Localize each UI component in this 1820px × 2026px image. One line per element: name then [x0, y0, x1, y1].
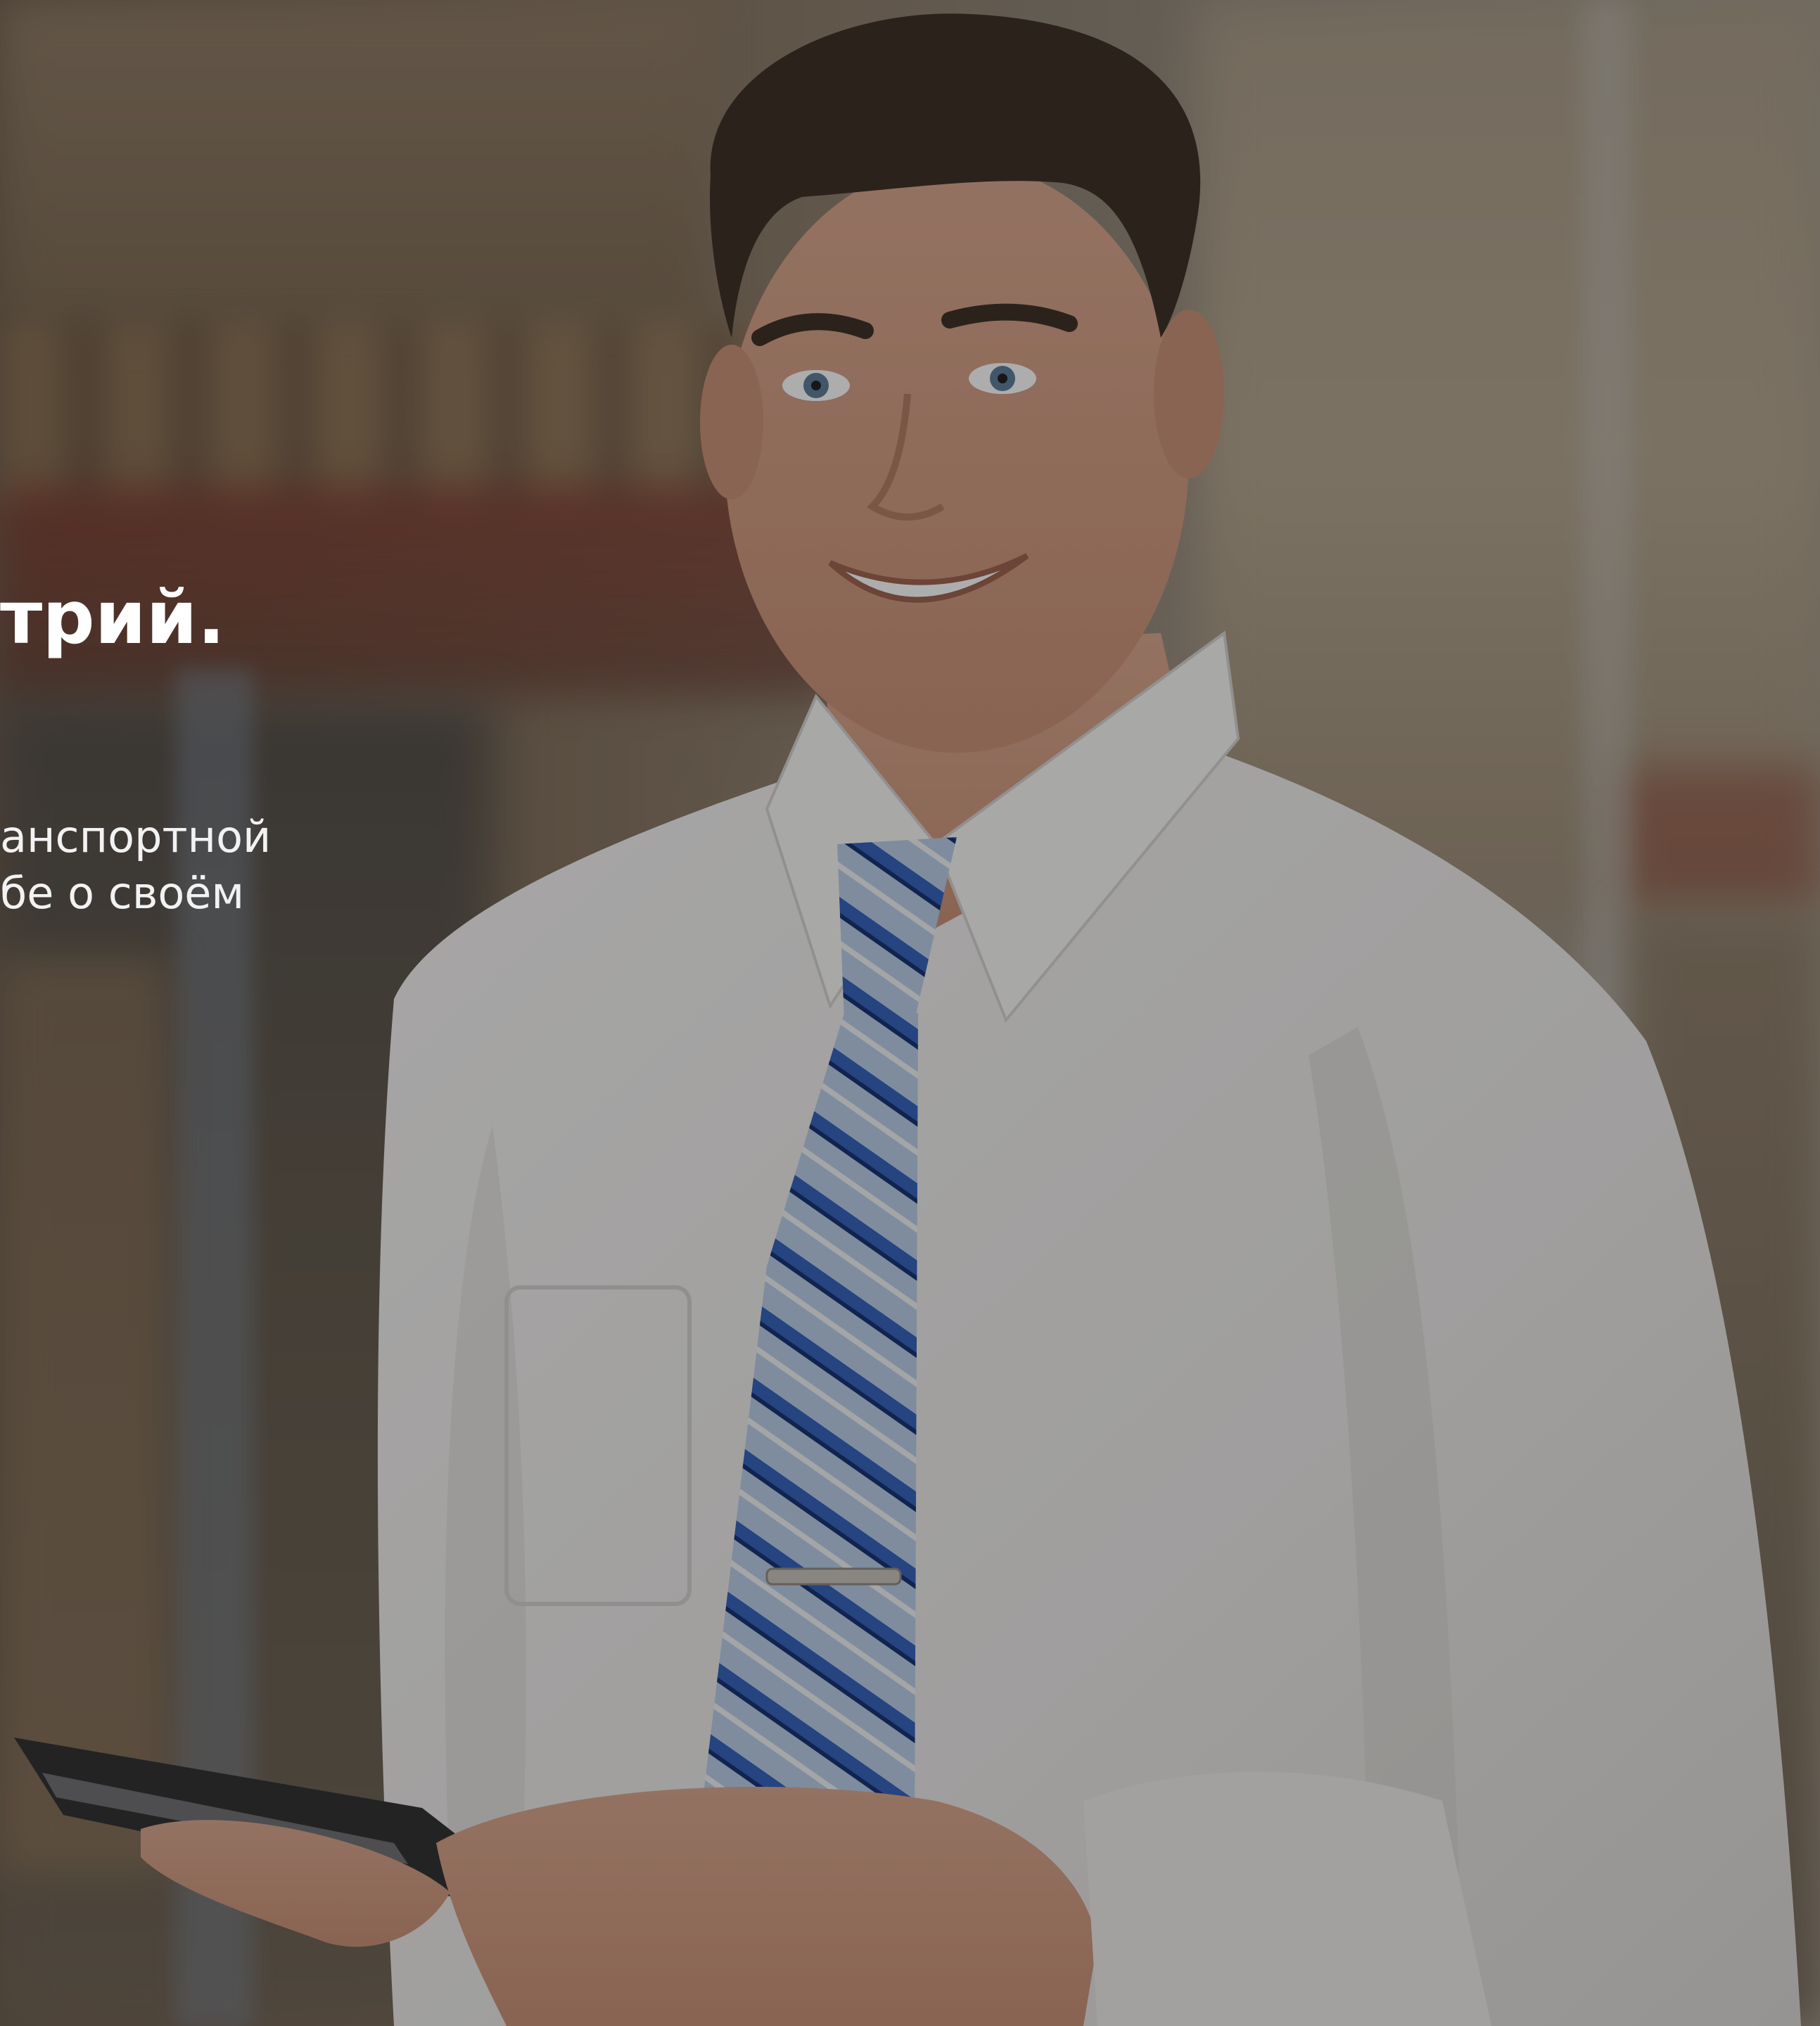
- dark-overlay: [0, 0, 1820, 2026]
- hero-headline: трий.: [0, 575, 225, 661]
- hero-section: трий. анспортной бе о своём: [0, 0, 1820, 2026]
- hero-subtext-line-2: бе о своём: [0, 867, 245, 919]
- hero-subtext-line-1: анспортной: [0, 811, 272, 862]
- hero-subtext: анспортной бе о своём: [0, 809, 271, 922]
